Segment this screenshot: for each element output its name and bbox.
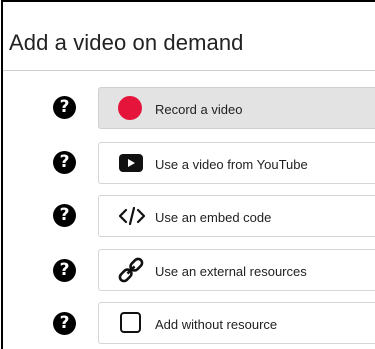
- empty-square-icon: [117, 310, 145, 336]
- dialog-title: Add a video on demand: [9, 30, 244, 55]
- help-icon[interactable]: ?: [53, 204, 76, 227]
- title-divider: [3, 70, 375, 71]
- link-icon: [117, 257, 145, 283]
- youtube-play-icon: [117, 150, 145, 176]
- embed-code-label: Use an embed code: [155, 210, 272, 225]
- record-dot-icon: [117, 95, 145, 121]
- help-icon[interactable]: ?: [53, 151, 76, 174]
- embed-code-option[interactable]: Use an embed code: [98, 195, 375, 237]
- help-icon[interactable]: ?: [53, 259, 76, 282]
- external-resource-label: Use an external resources: [155, 264, 307, 279]
- no-resource-option[interactable]: Add without resource: [98, 302, 375, 344]
- help-icon[interactable]: ?: [53, 96, 76, 119]
- youtube-video-option[interactable]: Use a video from YouTube: [98, 142, 375, 184]
- help-icon[interactable]: ?: [53, 312, 76, 335]
- record-video-option[interactable]: Record a video: [98, 87, 375, 129]
- record-video-label: Record a video: [155, 102, 243, 117]
- code-brackets-icon: [117, 203, 146, 229]
- youtube-video-label: Use a video from YouTube: [155, 157, 308, 172]
- no-resource-label: Add without resource: [155, 317, 278, 332]
- add-video-dialog: Add a video on demand ? Record a video ?…: [1, 0, 375, 349]
- external-resource-option[interactable]: Use an external resources: [98, 249, 375, 291]
